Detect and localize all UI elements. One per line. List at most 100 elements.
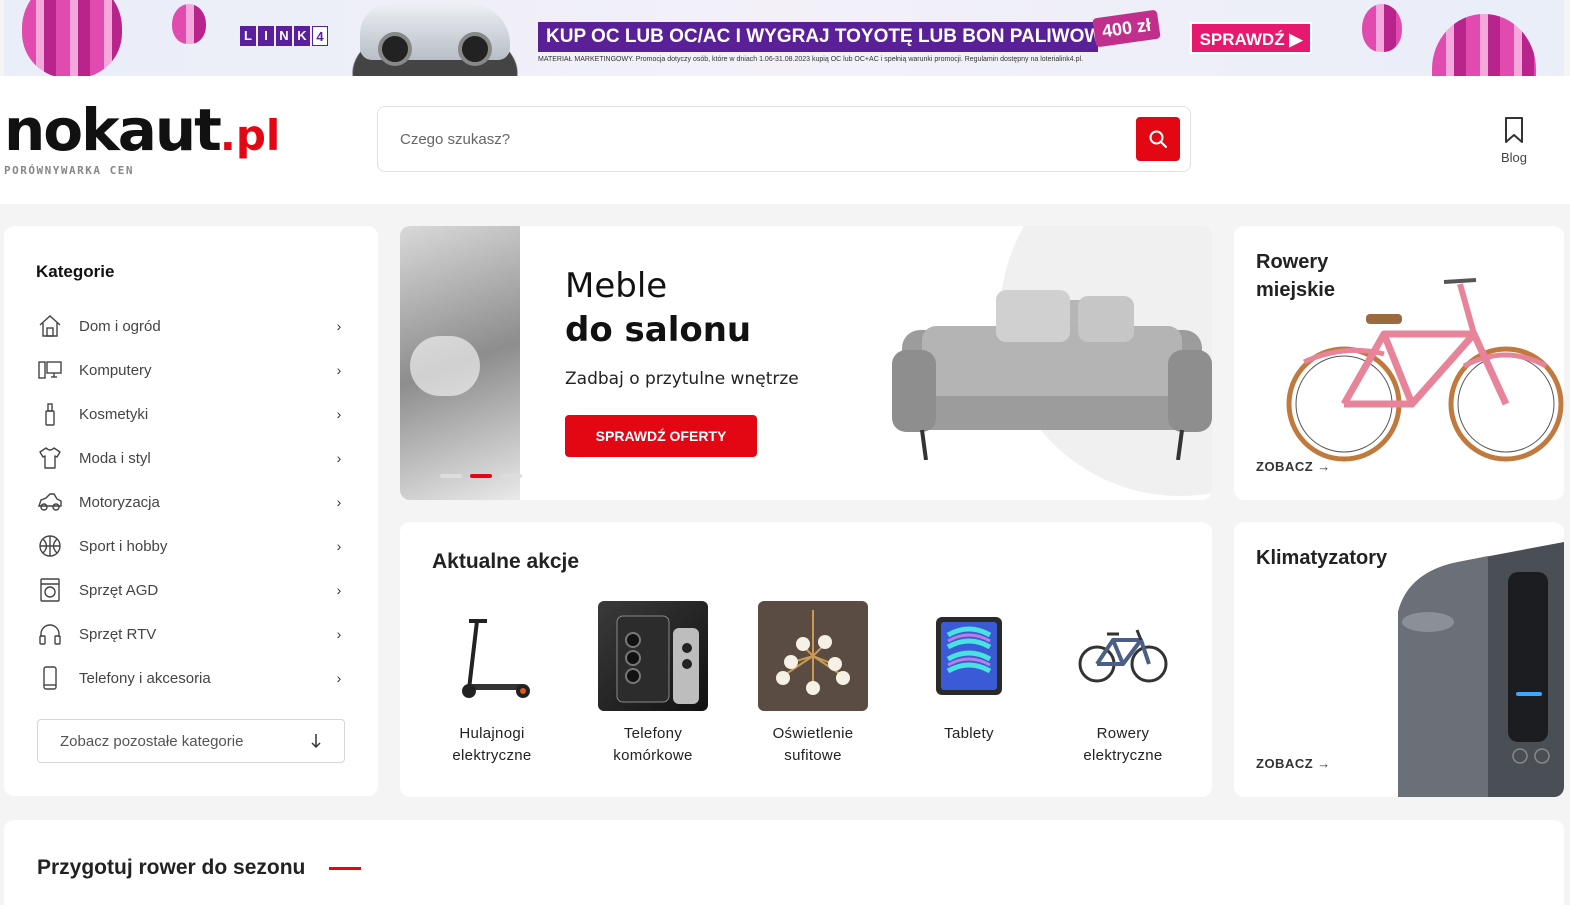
promo-item-label: Telefony komórkowe (613, 725, 693, 764)
house-icon (36, 312, 64, 340)
balloon-graphic (1432, 14, 1536, 76)
category-item-motoryzacja[interactable]: Motoryzacja › (36, 480, 346, 524)
site-header: nokaut.pl PORÓWNYWARKA CEN Blog (0, 76, 1570, 204)
banner-headline: KUP OC LUB OC/AC I WYGRAJ TOYOTĘ LUB BON… (538, 22, 1115, 52)
washing-machine-icon (36, 576, 64, 604)
blog-label: Blog (1500, 150, 1528, 165)
scooter-image (437, 601, 547, 711)
search-button[interactable] (1136, 117, 1180, 161)
bike-season-section: Przygotuj rower do sezonu (4, 820, 1564, 905)
category-label: Komputery (79, 361, 152, 379)
hero-carousel[interactable]: Meble do salonu Zadbaj o przytulne wnętr… (400, 226, 1212, 500)
category-item-dom-i-ogrod[interactable]: Dom i ogród › (36, 304, 346, 348)
computer-icon (36, 356, 64, 384)
card-title: Rowery miejskie (1256, 248, 1335, 304)
category-list: Dom i ogród › Komputery › Kosmetyki › Mo… (36, 304, 346, 700)
more-categories-button[interactable]: Zobacz pozostałe kategorie (37, 719, 345, 763)
categories-panel: Kategorie Dom i ogród › Komputery › Kosm… (4, 226, 378, 796)
promo-item-label: Tablety (944, 725, 994, 742)
category-item-sprzet-agd[interactable]: Sprzęt AGD › (36, 568, 346, 612)
ceiling-lamp-image (758, 601, 868, 711)
card-title: Klimatyzatory (1256, 547, 1388, 569)
category-item-kosmetyki[interactable]: Kosmetyki › (36, 392, 346, 436)
promo-item-scooters[interactable]: Hulajnogi elektryczne (417, 601, 567, 767)
chevron-right-icon: › (336, 406, 342, 422)
carousel-dot-active[interactable] (470, 474, 492, 478)
promo-card-city-bikes[interactable]: Rowery miejskie ZOBACZ → (1234, 226, 1564, 500)
category-item-sprzet-rtv[interactable]: Sprzęt RTV › (36, 612, 346, 656)
more-categories-label: Zobacz pozostałe kategorie (60, 732, 244, 750)
chevron-right-icon: › (336, 318, 342, 334)
headphones-icon (36, 620, 64, 648)
card-title-line2: miejskie (1256, 279, 1335, 301)
ad-banner[interactable]: L I N K 4 KUP OC LUB OC/AC I WYGRAJ TOYO… (4, 0, 1564, 76)
logo-letter: N (276, 26, 292, 46)
hero-title-line2: do salonu (565, 310, 752, 350)
chevron-right-icon: › (336, 494, 342, 510)
hero-cta-button[interactable]: SPRAWDŹ OFERTY (565, 415, 757, 457)
current-promotions: Aktualne akcje Hulajnogi elektryczne Tel… (400, 522, 1212, 797)
car-icon (36, 488, 64, 516)
promo-item-tablets[interactable]: Tablety (894, 601, 1044, 745)
blog-link[interactable]: Blog (1494, 116, 1534, 165)
chevron-right-icon: › (336, 670, 342, 686)
link4-logo: L I N K 4 (240, 26, 328, 46)
ball-icon (36, 532, 64, 560)
promo-item-ceiling-lights[interactable]: Oświetlenie sufitowe (738, 601, 888, 767)
category-item-sport-i-hobby[interactable]: Sport i hobby › (36, 524, 346, 568)
chevron-right-icon: › (336, 362, 342, 378)
chevron-right-icon: › (336, 626, 342, 642)
hero-subtitle: Zadbaj o przytulne wnętrze (565, 369, 799, 389)
banner-amount-badge: 400 zł (1092, 9, 1161, 48)
bookmark-icon (1505, 117, 1523, 143)
category-label: Motoryzacja (79, 493, 160, 511)
chevron-right-icon: › (336, 450, 342, 466)
card-title-line1: Rowery (1256, 251, 1329, 273)
promo-item-ebikes[interactable]: Rowery elektryczne (1048, 601, 1198, 767)
promo-item-label: Hulajnogi elektryczne (452, 725, 532, 764)
category-label: Dom i ogród (79, 317, 161, 335)
logo-suffix: .pl (219, 111, 281, 160)
balloon-graphic (1362, 4, 1402, 52)
logo-wordmark: nokaut.pl (4, 100, 280, 166)
cosmetics-bottle-icon (36, 400, 64, 428)
see-more-link[interactable]: ZOBACZ → (1256, 756, 1331, 771)
category-label: Telefony i akcesoria (79, 669, 211, 687)
promo-item-label: Oświetlenie sufitowe (772, 725, 854, 764)
carousel-dot[interactable] (500, 474, 522, 478)
phones-image (598, 601, 708, 711)
chevron-right-icon: › (336, 538, 342, 554)
category-item-telefony-i-akcesoria[interactable]: Telefony i akcesoria › (36, 656, 346, 700)
chevron-right-icon: › (336, 582, 342, 598)
category-item-komputery[interactable]: Komputery › (36, 348, 346, 392)
carousel-dot[interactable] (440, 474, 462, 478)
hero-title-line1: Meble (565, 266, 668, 306)
carousel-indicators (440, 474, 522, 478)
see-more-link[interactable]: ZOBACZ → (1256, 459, 1331, 474)
category-item-moda-i-styl[interactable]: Moda i styl › (36, 436, 346, 480)
search-input[interactable] (400, 127, 1100, 151)
car-image (360, 4, 510, 66)
sofa-image (892, 290, 1212, 460)
logo-letter: 4 (312, 26, 328, 46)
banner-cta-button[interactable]: SPRAWDŹ ▶ (1190, 22, 1312, 54)
promo-card-air-conditioners[interactable]: Klimatyzatory ZOBACZ → (1234, 522, 1564, 797)
site-logo[interactable]: nokaut.pl PORÓWNYWARKA CEN (4, 100, 280, 177)
promo-item-label: Rowery elektryczne (1083, 725, 1163, 764)
category-label: Moda i styl (79, 449, 151, 467)
arrow-down-icon (311, 734, 321, 749)
tablet-image (914, 601, 1024, 711)
logo-letter: L (240, 26, 256, 46)
categories-title: Kategorie (36, 262, 115, 281)
promo-item-phones[interactable]: Telefony komórkowe (578, 601, 728, 767)
category-label: Sprzęt RTV (79, 625, 157, 643)
balloon-graphic (22, 0, 122, 76)
category-label: Kosmetyki (79, 405, 149, 423)
category-label: Sprzęt AGD (79, 581, 159, 599)
logo-letter: I (258, 26, 274, 46)
logo-letter: K (294, 26, 310, 46)
smartphone-icon (36, 664, 64, 692)
logo-text: nokaut (4, 96, 222, 164)
search-bar (377, 106, 1191, 172)
section-title: Przygotuj rower do sezonu (37, 856, 306, 879)
